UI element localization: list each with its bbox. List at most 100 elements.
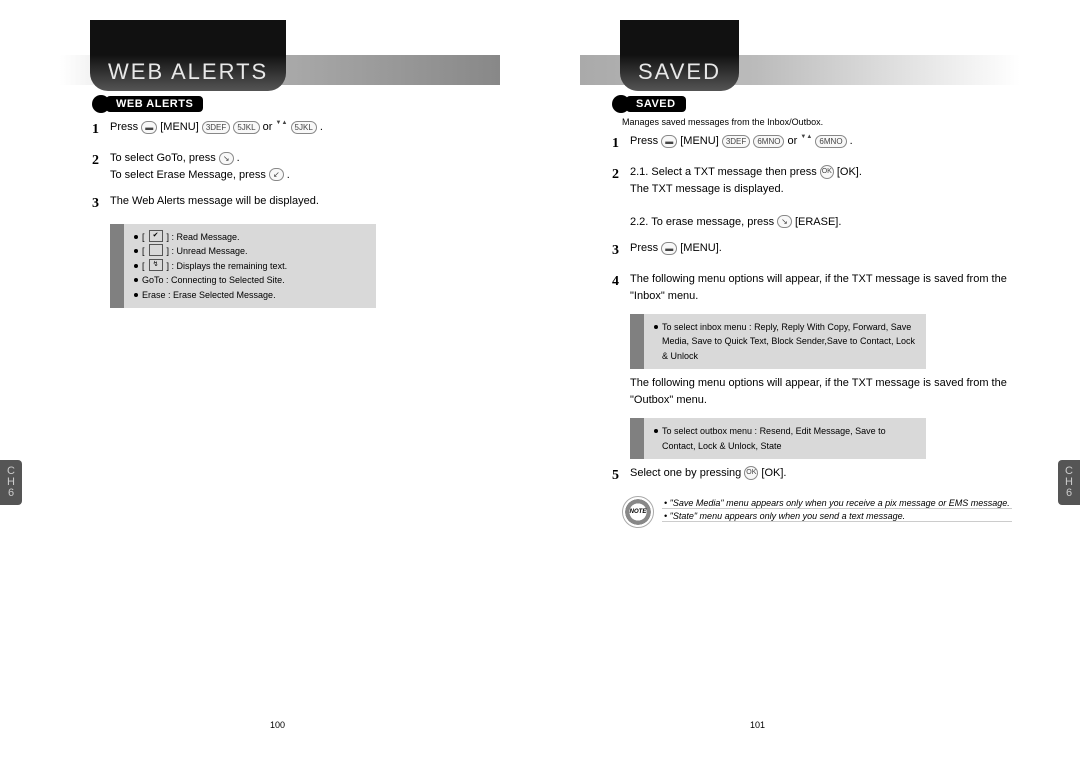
ok-key-icon: OK — [744, 466, 758, 480]
step-2-right: 2 2.1. Select a TXT message then press O… — [612, 164, 1020, 230]
text: [ERASE]. — [795, 216, 841, 228]
tip-content: To select inbox menu : Reply, Reply With… — [654, 320, 918, 363]
step-body: The Web Alerts message will be displayed… — [110, 193, 500, 214]
tip-box-outbox: To select outbox menu : Resend, Edit Mes… — [630, 418, 926, 459]
step-body: The following menu options will appear, … — [630, 375, 1020, 408]
num-key-3-icon: 3DEF — [722, 135, 750, 148]
spacer — [612, 375, 630, 408]
text: To select Erase Message, press — [110, 169, 266, 181]
step-3-left: 3 The Web Alerts message will be display… — [92, 193, 500, 214]
right-soft-key-icon: ↘ — [777, 215, 792, 228]
step-4-right: 4 The following menu options will appear… — [612, 271, 1020, 304]
tip-sidebar — [630, 314, 644, 369]
step-number: 2 — [612, 164, 630, 230]
step-body: Press ▬ [MENU] 3DEF 6MNO or 6MNO . — [630, 133, 1020, 154]
bullet-icon — [134, 278, 138, 282]
text: or — [788, 135, 798, 147]
text: . — [237, 152, 240, 164]
page-number-left: 100 — [270, 720, 490, 730]
text: The TXT message is displayed. — [630, 183, 784, 195]
num-key-5-icon: 5JKL — [233, 121, 259, 134]
note-block: NOTE • "Save Media" menu appears only wh… — [622, 496, 1020, 528]
note-text: • "Save Media" menu appears only when yo… — [662, 496, 1012, 523]
right-soft-key-icon: ↘ — [219, 152, 234, 165]
left-soft-key-icon: ↙ — [269, 168, 284, 181]
num-key-6-icon: 6MNO — [753, 135, 784, 148]
section-heading-right: SAVED — [612, 95, 1020, 113]
step-number: 3 — [612, 240, 630, 261]
text: Press — [630, 135, 658, 147]
step-number: 4 — [612, 271, 630, 304]
chapter-tab-left: C H 6 — [0, 460, 22, 505]
interlude-text: The following menu options will appear, … — [612, 375, 1020, 408]
text: 2.1. Select a TXT message then press — [630, 166, 817, 178]
nav-arrows-icon — [275, 121, 287, 133]
step-number: 1 — [92, 119, 110, 140]
text: Press — [630, 242, 658, 254]
tip-sidebar — [110, 224, 124, 308]
bullet-icon — [654, 325, 658, 329]
step-1-left: 1 Press ▬ [MENU] 3DEF 5JKL or 5JKL . — [92, 119, 500, 140]
bullet-icon — [654, 429, 658, 433]
tip-content: [ ✔ ] : Read Message. [ ] : Unread Message… — [134, 230, 368, 302]
pill-dot-icon — [92, 95, 110, 113]
text: 2.2. To erase message, press — [630, 216, 774, 228]
text: ] : Unread Message. — [167, 244, 248, 258]
step-5-right: 5 Select one by pressing OK [OK]. — [612, 465, 1020, 486]
pill-label: WEB ALERTS — [106, 96, 203, 112]
bullet-icon — [134, 249, 138, 253]
text: [ — [142, 244, 145, 258]
bullet-icon — [134, 235, 138, 239]
header-band-right: SAVED — [580, 20, 1020, 85]
text: Erase : Erase Selected Message. — [142, 288, 276, 302]
section-heading-left: WEB ALERTS — [92, 95, 500, 113]
menu-key-icon: ▬ — [141, 121, 157, 134]
unread-msg-icon — [149, 244, 163, 256]
pill-label: SAVED — [626, 96, 686, 112]
text: [ — [142, 230, 145, 244]
page-spread: C H 6 WEB ALERTS WEB ALERTS 1 Press ▬ [M… — [0, 0, 1080, 720]
tip-box-left: [ ✔ ] : Read Message. [ ] : Unread Message… — [110, 224, 376, 308]
page-left: C H 6 WEB ALERTS WEB ALERTS 1 Press ▬ [M… — [60, 20, 540, 720]
step-body: The following menu options will appear, … — [630, 271, 1020, 304]
step-number: 2 — [92, 150, 110, 183]
text: . — [287, 169, 290, 181]
step-2-left: 2 To select GoTo, press ↘ . To select Er… — [92, 150, 500, 183]
page-number-right: 101 — [750, 720, 765, 730]
text: . — [320, 121, 323, 133]
note-icon: NOTE — [622, 496, 654, 528]
chapter-tab-right: C H 6 — [1058, 460, 1080, 505]
nav-arrows-icon — [800, 135, 812, 147]
section-subhead: Manages saved messages from the Inbox/Ou… — [622, 117, 1020, 127]
text: [ — [142, 259, 145, 273]
text: ] : Displays the remaining text. — [167, 259, 288, 273]
step-1-right: 1 Press ▬ [MENU] 3DEF 6MNO or 6MNO . — [612, 133, 1020, 154]
text: Press — [110, 121, 138, 133]
text: "Save Media" menu appears only when you … — [670, 498, 1010, 508]
text: GoTo : Connecting to Selected Site. — [142, 273, 285, 287]
menu-key-icon: ▬ — [661, 242, 677, 255]
step-number: 5 — [612, 465, 630, 486]
step-body: 2.1. Select a TXT message then press OK … — [630, 164, 1020, 230]
num-key-6-icon: 6MNO — [815, 135, 846, 148]
text: [OK]. — [837, 166, 862, 178]
more-text-icon: ↯ — [149, 259, 163, 271]
text: To select outbox menu : — [662, 426, 760, 436]
text: "State" menu appears only when you send … — [670, 511, 906, 521]
read-msg-icon: ✔ — [149, 230, 163, 242]
text: [MENU]. — [680, 242, 722, 254]
text: [MENU] — [680, 135, 719, 147]
step-body: To select GoTo, press ↘ . To select Eras… — [110, 150, 500, 183]
tip-sidebar — [630, 418, 644, 459]
header-band-left: WEB ALERTS — [60, 20, 500, 85]
page-title-right: SAVED — [620, 20, 739, 91]
text: ] : Read Message. — [167, 230, 240, 244]
ok-key-icon: OK — [820, 165, 834, 179]
num-key-5-icon: 5JKL — [291, 121, 317, 134]
text: [OK]. — [761, 467, 786, 479]
tip-box-inbox: To select inbox menu : Reply, Reply With… — [630, 314, 926, 369]
tip-content: To select outbox menu : Resend, Edit Mes… — [654, 424, 918, 453]
num-key-3-icon: 3DEF — [202, 121, 230, 134]
pill-dot-icon — [612, 95, 630, 113]
page-right: C H 6 SAVED SAVED Manages saved messages… — [540, 20, 1020, 720]
